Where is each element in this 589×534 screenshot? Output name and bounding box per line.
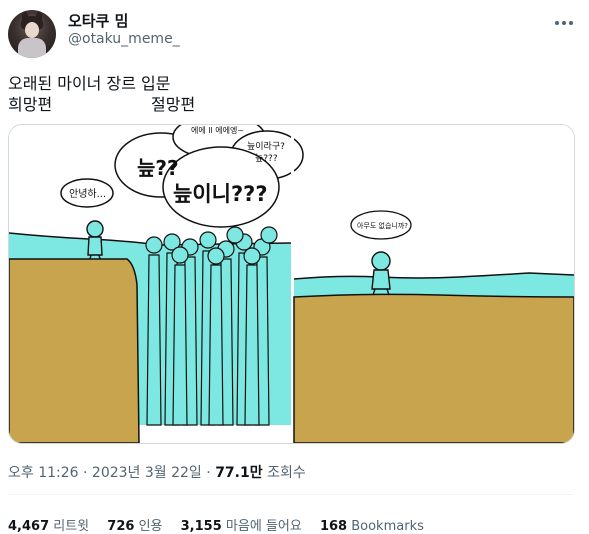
tweet-stats: 4,467 리트윗 726 인용 3,155 마음에 들어요 168 Bookm… [8,515,438,534]
avatar[interactable] [8,10,56,58]
bookmarks-count: 168 [319,519,348,534]
more-options-icon[interactable] [553,12,575,34]
retweets-count: 4,467 [8,519,50,534]
likes-count: 3,155 [180,519,222,534]
bookmarks-label: Bookmarks [351,519,424,534]
quotes-count: 726 [107,519,135,534]
avatar-body [18,38,46,58]
author-display-name[interactable]: 오타쿠 밈 [68,10,128,31]
tweet-media-image[interactable]: 안녕하... 늪?? 에에 ll 에에엥~ 늪이라구? 늪??? 늪이니??? … [8,124,575,444]
bubble-nobody-text: 아무도 없습니까? [357,221,408,230]
bookmarks-stat[interactable]: 168 Bookmarks [320,519,424,534]
likes-stat[interactable]: 3,155 마음에 들어요 [181,519,306,534]
likes-label: 마음에 들어요 [225,519,302,534]
views-count: 77.1만 [215,465,263,481]
bubble-swamp-2-text: 늪이니??? [173,182,268,206]
bubble-swamp-3-text: 늪이라구? [247,141,285,152]
tweet-text-line2: 희망편 절망편 [8,91,195,115]
tweet-text-hope: 희망편 [8,95,53,114]
bubble-ehh-text: 에에 ll 에에엥~ [191,125,244,135]
retweets-label: 리트윗 [53,519,90,534]
tweet-time[interactable]: 오후 11:26 [8,465,79,481]
bubble-swamp-1-text: 늪?? [137,156,179,180]
bubble-swamp-4-text: 늪??? [255,153,278,164]
tweet-meta: 오후 11:26 · 2023년 3월 22일 · 77.1만 조회수 [8,465,306,481]
divider [8,494,573,495]
quotes-label: 인용 [138,519,163,534]
views-label: 조회수 [267,465,306,481]
avatar-face [25,22,39,38]
retweets-stat[interactable]: 4,467 리트윗 [8,519,93,534]
quotes-stat[interactable]: 726 인용 [107,519,166,534]
author-handle[interactable]: @otaku_meme_ [68,31,180,47]
tweet-date[interactable]: 2023년 3월 22일 [92,465,202,481]
bubble-hello-text: 안녕하... [69,187,106,200]
tweet-text-despair: 절망편 [151,95,196,114]
